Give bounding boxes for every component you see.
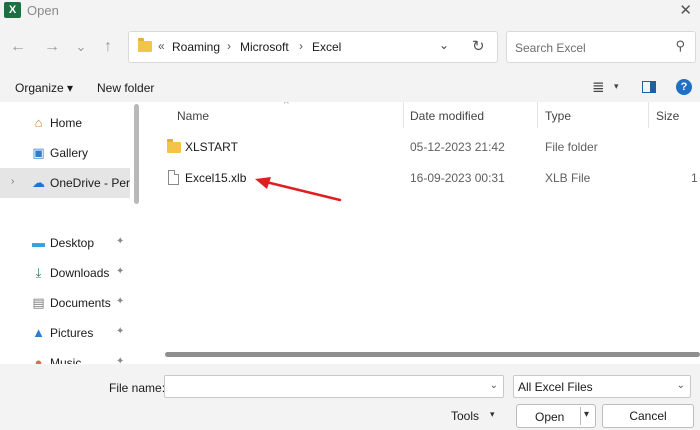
sidebar-item-label: Desktop: [50, 236, 95, 250]
pin-icon: ✦: [116, 296, 125, 307]
sidebar-item-home[interactable]: ⌂ Home: [0, 108, 130, 138]
sidebar-item-label: Downloads: [50, 266, 110, 280]
file-row[interactable]: XLSTART 05-12-2023 21:42 File folder: [148, 132, 700, 162]
organize-button[interactable]: Organize ▾: [15, 81, 73, 95]
window-title: Open: [27, 3, 59, 18]
arrow-shaft: [260, 179, 342, 202]
horizontal-scrollbar[interactable]: [165, 352, 700, 357]
chevron-down-icon[interactable]: ▾: [614, 81, 619, 92]
navigation-pane: ⌂ Home ▣ Gallery › ☁ OneDrive - Pers ▬ D…: [0, 102, 130, 364]
sidebar-item-music[interactable]: ● Music ✦: [0, 348, 130, 364]
sidebar-item-label: Pictures: [50, 326, 94, 340]
search-placeholder: Search Excel: [515, 41, 586, 55]
up-arrow-icon[interactable]: ↑: [97, 36, 119, 58]
file-name: Excel15.xlb: [185, 171, 247, 185]
column-header-type[interactable]: Type: [545, 109, 571, 123]
file-size: 1: [691, 171, 698, 185]
breadcrumb-separator: ›: [299, 39, 303, 53]
folder-icon: [138, 38, 152, 52]
gallery-icon: ▣: [32, 145, 45, 160]
file-icon: [168, 170, 179, 185]
sidebar-item-label: OneDrive - Pers: [50, 176, 130, 190]
chevron-down-icon[interactable]: ⌄: [490, 380, 498, 391]
file-type: XLB File: [545, 171, 591, 185]
pictures-icon: ▲: [32, 325, 45, 340]
new-folder-button[interactable]: New folder: [97, 81, 154, 95]
sidebar-item-label: Documents: [50, 296, 111, 310]
recent-locations-icon[interactable]: ⌄: [70, 36, 92, 58]
overflow-crumb[interactable]: «: [158, 39, 165, 53]
navigation-bar: ← → ⌄ ↑ « Roaming › Microsoft › Excel ⌄ …: [0, 22, 700, 72]
file-name-field[interactable]: ⌄: [164, 375, 504, 398]
preview-pane-icon[interactable]: [642, 81, 656, 93]
file-date: 05-12-2023 21:42: [410, 140, 505, 154]
sidebar-item-pictures[interactable]: ▲ Pictures ✦: [0, 318, 130, 348]
back-arrow-icon[interactable]: ←: [7, 36, 29, 58]
column-header-date-modified[interactable]: Date modified: [410, 109, 484, 123]
search-input[interactable]: Search Excel ⚲: [506, 31, 696, 63]
close-icon[interactable]: ✕: [679, 1, 692, 19]
tools-button[interactable]: Tools: [451, 409, 479, 423]
pin-icon: ✦: [116, 326, 125, 337]
dialog-footer: File name: ⌄ All Excel Files ⌄ Tools ▾ O…: [0, 364, 700, 430]
cloud-icon: ☁: [32, 175, 45, 190]
excel-app-icon: X: [4, 2, 21, 18]
home-icon: ⌂: [34, 115, 43, 130]
arrow-head: [255, 177, 271, 189]
column-header-name[interactable]: Name: [177, 109, 209, 123]
chevron-right-icon[interactable]: ›: [11, 176, 14, 187]
cancel-button[interactable]: Cancel: [602, 404, 694, 428]
sidebar-item-label: Music: [50, 356, 82, 364]
column-divider[interactable]: [403, 102, 404, 128]
forward-arrow-icon[interactable]: →: [41, 36, 63, 58]
sidebar-scrollbar[interactable]: [134, 104, 139, 204]
sidebar-item-label: Home: [50, 116, 83, 130]
file-list: Name ^ Date modified Type Size XLSTART 0…: [148, 102, 700, 364]
file-date: 16-09-2023 00:31: [410, 171, 505, 185]
file-name-label: File name:: [109, 381, 166, 395]
breadcrumb-microsoft[interactable]: Microsoft: [240, 40, 289, 54]
pin-icon: ✦: [116, 236, 125, 247]
documents-icon: ▤: [32, 295, 45, 310]
address-bar[interactable]: « Roaming › Microsoft › Excel ⌄ ↻: [128, 31, 498, 63]
open-button-label: Open: [535, 410, 565, 424]
open-button[interactable]: Open ▾: [516, 404, 596, 428]
sidebar-item-label: Gallery: [50, 146, 89, 160]
command-bar: Organize ▾ New folder ≣ ▾ ?: [0, 72, 700, 102]
sidebar-item-desktop[interactable]: ▬ Desktop ✦: [0, 228, 130, 258]
chevron-down-icon[interactable]: ▾: [490, 409, 495, 420]
column-divider[interactable]: [648, 102, 649, 128]
desktop-icon: ▬: [32, 235, 45, 250]
file-name: XLSTART: [185, 140, 238, 154]
chevron-down-icon[interactable]: ⌄: [439, 38, 449, 52]
annotation-arrow: [255, 177, 342, 202]
download-icon: ⤓: [35, 265, 42, 280]
file-type: File folder: [545, 140, 598, 154]
breadcrumb-separator: ›: [227, 39, 231, 53]
chevron-down-icon[interactable]: ▾: [584, 409, 589, 420]
file-type-filter[interactable]: All Excel Files ⌄: [513, 375, 691, 398]
title-bar: X Open ✕: [0, 0, 700, 22]
column-header-size[interactable]: Size: [656, 109, 679, 123]
pin-icon: ✦: [116, 356, 125, 364]
sidebar-item-onedrive[interactable]: › ☁ OneDrive - Pers: [0, 168, 130, 198]
music-icon: ●: [34, 355, 43, 364]
breadcrumb-excel[interactable]: Excel: [312, 40, 341, 54]
sort-ascending-icon: ^: [284, 102, 289, 110]
column-divider[interactable]: [537, 102, 538, 128]
file-row[interactable]: Excel15.xlb 16-09-2023 00:31 XLB File 1: [148, 163, 700, 193]
split-divider: [580, 407, 581, 425]
pin-icon: ✦: [116, 266, 125, 277]
sidebar-item-downloads[interactable]: ⤓ Downloads ✦: [0, 258, 130, 288]
sidebar-item-documents[interactable]: ▤ Documents ✦: [0, 288, 130, 318]
breadcrumb-roaming[interactable]: Roaming: [172, 40, 220, 54]
file-type-filter-value: All Excel Files: [518, 380, 593, 394]
chevron-down-icon[interactable]: ⌄: [677, 380, 685, 391]
search-icon[interactable]: ⚲: [675, 38, 685, 54]
sidebar-item-gallery[interactable]: ▣ Gallery: [0, 138, 130, 168]
refresh-icon[interactable]: ↻: [472, 37, 485, 55]
folder-icon: [167, 139, 181, 153]
help-icon[interactable]: ?: [676, 79, 692, 95]
view-options-icon[interactable]: ≣: [592, 78, 605, 96]
